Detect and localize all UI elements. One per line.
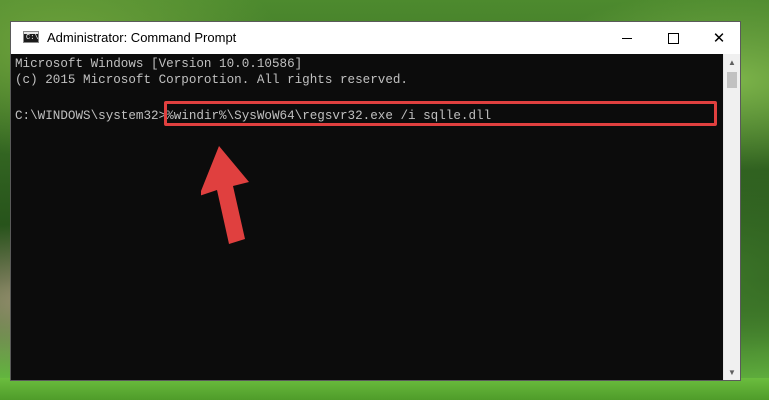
- scroll-up-icon[interactable]: ▲: [724, 54, 740, 70]
- maximize-icon: [667, 32, 679, 44]
- command-prompt-window: C:\ Administrator: Command Prompt ✕ Micr…: [10, 21, 741, 381]
- console-output[interactable]: Microsoft Windows [Version 10.0.10586] (…: [11, 54, 723, 380]
- maximize-button[interactable]: [650, 22, 696, 54]
- window-title: Administrator: Command Prompt: [47, 30, 237, 45]
- version-line: Microsoft Windows [Version 10.0.10586]: [15, 57, 303, 71]
- scroll-down-icon[interactable]: ▼: [724, 364, 740, 380]
- command-highlight-box: [164, 101, 717, 126]
- pointer-arrow-icon: [201, 146, 249, 244]
- vertical-scrollbar[interactable]: ▲ ▼: [723, 54, 740, 380]
- scroll-thumb[interactable]: [727, 72, 737, 88]
- close-icon: ✕: [712, 30, 726, 47]
- close-button[interactable]: ✕: [696, 22, 742, 54]
- minimize-button[interactable]: [604, 22, 650, 54]
- title-bar[interactable]: C:\ Administrator: Command Prompt ✕: [11, 22, 740, 54]
- command-prompt-icon-glyph: C:\: [26, 34, 39, 42]
- command-prompt-icon[interactable]: C:\: [23, 31, 39, 43]
- copyright-line: (c) 2015 Microsoft Corporotion. All righ…: [15, 73, 408, 87]
- desktop-grass: [0, 378, 769, 400]
- prompt-path: C:\WINDOWS\system32>: [15, 109, 167, 123]
- minimize-icon: [622, 37, 632, 39]
